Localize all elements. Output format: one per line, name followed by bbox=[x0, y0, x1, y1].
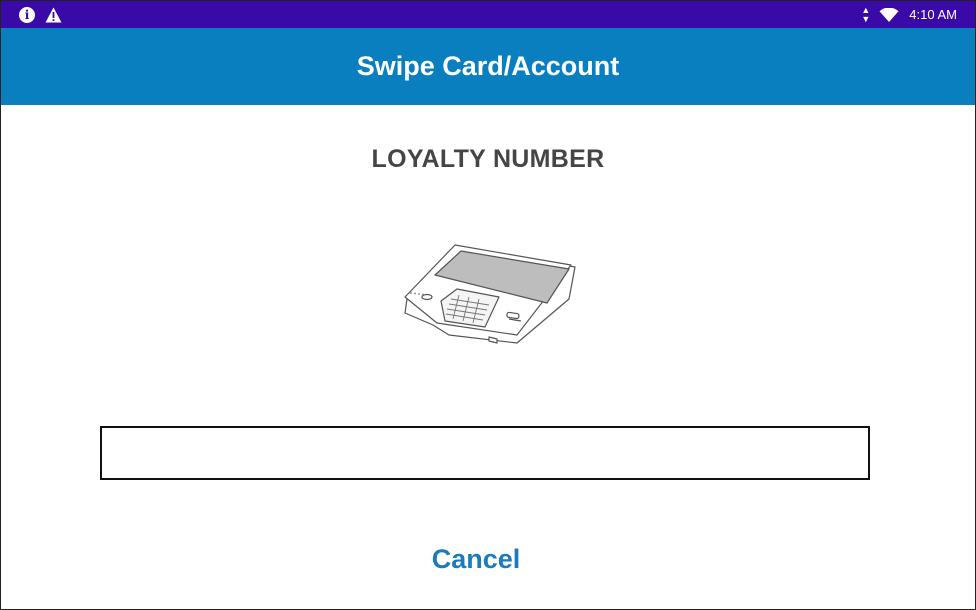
notification-icons: i bbox=[19, 6, 62, 23]
status-bar: i ▲ ▼ 4:10 AM bbox=[1, 1, 975, 28]
loyalty-number-label: LOYALTY NUMBER bbox=[371, 145, 605, 173]
status-time: 4:10 AM bbox=[909, 7, 957, 22]
loyalty-number-input[interactable] bbox=[100, 426, 870, 480]
warning-icon bbox=[45, 7, 62, 22]
page-title: Swipe Card/Account bbox=[356, 51, 620, 81]
system-indicators: ▲ ▼ 4:10 AM bbox=[861, 4, 957, 24]
data-arrows-icon: ▲ ▼ bbox=[861, 4, 870, 24]
wifi-icon bbox=[879, 7, 899, 22]
info-icon: i bbox=[19, 6, 35, 23]
cancel-button[interactable]: Cancel bbox=[388, 537, 564, 581]
payment-terminal-illustration bbox=[404, 244, 576, 344]
app-window: i ▲ ▼ 4:10 AM Swipe Card/Account LOYALTY … bbox=[0, 0, 976, 610]
header-bar: Swipe Card/Account bbox=[1, 28, 975, 105]
